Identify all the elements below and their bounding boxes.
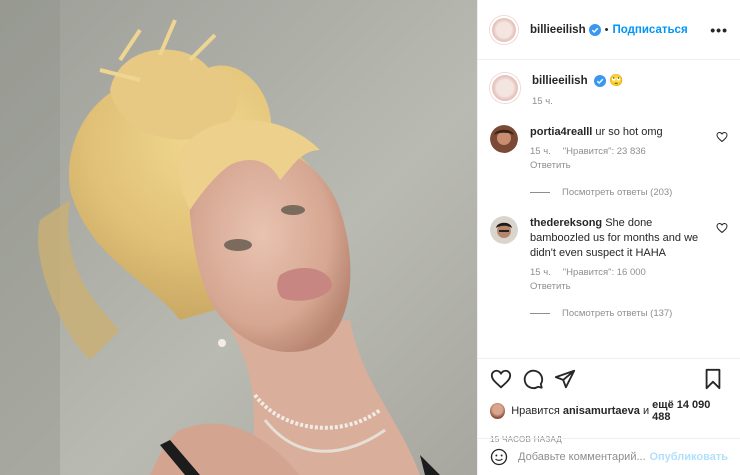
caption-username[interactable]: billieeilish	[532, 75, 588, 87]
reply-button[interactable]: Ответить	[530, 160, 700, 171]
share-icon[interactable]	[554, 368, 576, 390]
caption-time: 15 ч.	[532, 96, 553, 107]
caption: billieeilish 🙄 15 ч.	[490, 73, 728, 107]
comment-username[interactable]: portia4realll	[530, 126, 592, 138]
comment-like-heart-icon[interactable]	[716, 222, 728, 234]
comment-username[interactable]: thedereksong	[530, 217, 602, 229]
comment-icon[interactable]	[522, 368, 544, 390]
post-header: billieeilish • Подписаться •••	[478, 0, 740, 60]
view-replies-label: Посмотреть ответы (203)	[562, 187, 673, 198]
commenter-avatar[interactable]	[490, 216, 518, 244]
author-username[interactable]: billieeilish	[530, 24, 586, 36]
post-actions: Нравится anisamurtaeva и ещё 14 090 488 …	[478, 358, 740, 444]
emoji-icon[interactable]	[490, 448, 508, 466]
commenter-avatar[interactable]	[490, 125, 518, 153]
comment-input[interactable]: Добавьте комментарий...	[518, 451, 649, 463]
likes-middle: и	[642, 405, 650, 417]
add-comment-bar: Добавьте комментарий... Опубликовать	[478, 438, 740, 475]
more-options-icon[interactable]: •••	[710, 22, 728, 38]
post-side-panel: billieeilish • Подписаться ••• billieeil…	[477, 0, 740, 475]
author-avatar[interactable]	[490, 15, 518, 44]
thread-line	[530, 313, 550, 314]
publish-button[interactable]: Опубликовать	[649, 451, 728, 463]
caption-avatar[interactable]	[490, 73, 520, 103]
comment-text: ur so hot omg	[595, 126, 663, 138]
likes-count[interactable]: ещё 14 090 488	[652, 399, 728, 423]
thread-line	[530, 192, 550, 193]
verified-badge-icon	[588, 23, 601, 36]
comment-item: thedereksong She done bamboozled us for …	[490, 216, 728, 292]
comment-like-heart-icon[interactable]	[716, 131, 728, 143]
liker-avatar	[490, 403, 506, 419]
instagram-post: billieeilish • Подписаться ••• billieeil…	[0, 0, 740, 475]
likes-prefix: Нравится	[511, 405, 560, 417]
header-separator: •	[604, 23, 609, 36]
like-heart-icon[interactable]	[490, 368, 512, 390]
comment-likes[interactable]: "Нравится": 23 836	[563, 146, 646, 157]
bookmark-icon[interactable]	[702, 368, 724, 390]
caption-emoji: 🙄	[609, 75, 624, 87]
comment-time[interactable]: 15 ч.	[530, 146, 551, 157]
post-photo[interactable]	[0, 0, 477, 475]
comment-item: portia4realll ur so hot omg 15 ч. "Нравит…	[490, 125, 728, 171]
verified-badge-icon	[593, 74, 606, 87]
liker-username[interactable]: anisamurtaeva	[563, 405, 640, 417]
comment-time[interactable]: 15 ч.	[530, 267, 551, 278]
view-replies-button[interactable]: Посмотреть ответы (137)	[530, 308, 728, 319]
follow-button[interactable]: Подписаться	[612, 24, 687, 36]
view-replies-label: Посмотреть ответы (137)	[562, 308, 673, 319]
comments-list[interactable]: billieeilish 🙄 15 ч. portia4realll ur so…	[478, 61, 740, 351]
comment-likes[interactable]: "Нравится": 16 000	[563, 267, 646, 278]
selfie-image	[0, 0, 477, 475]
view-replies-button[interactable]: Посмотреть ответы (203)	[530, 187, 728, 198]
reply-button[interactable]: Ответить	[530, 281, 700, 292]
likes-summary[interactable]: Нравится anisamurtaeva и ещё 14 090 488	[490, 399, 728, 423]
